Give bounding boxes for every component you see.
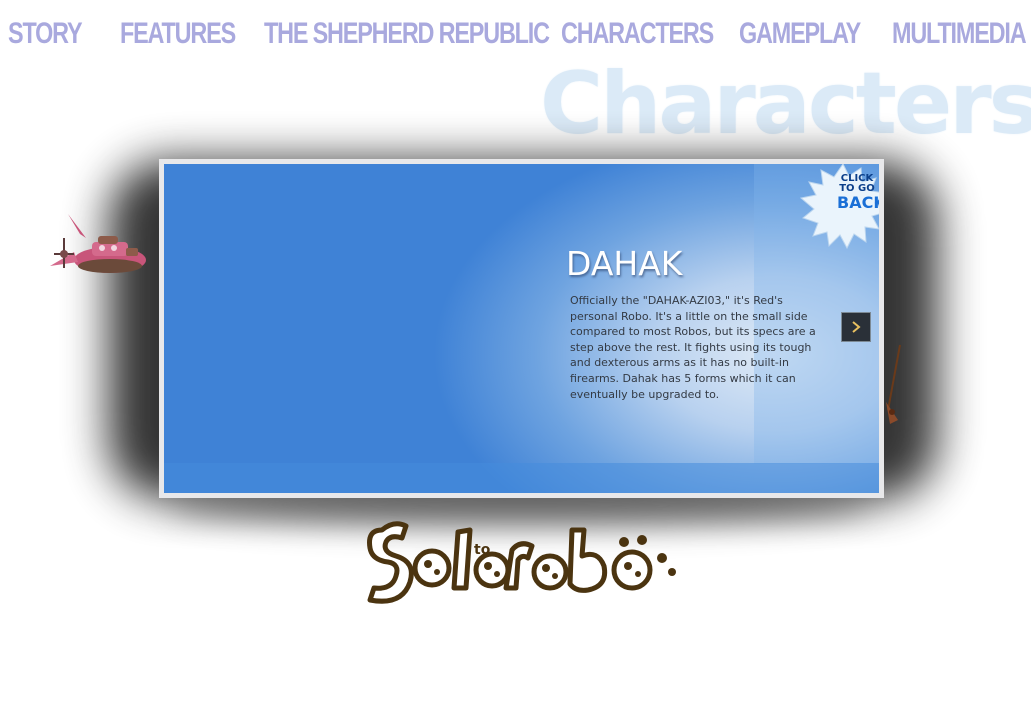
nav-features[interactable]: FEATURES [120,14,236,54]
airship-illustration[interactable] [40,208,150,288]
nav-multimedia[interactable]: MULTIMEDIA [892,14,1027,54]
nav-gameplay[interactable]: GAMEPLAY [739,14,861,54]
nav-characters[interactable]: CHARACTERS [561,14,714,54]
page-title: Characters [540,54,1031,154]
nav-shepherd-republic[interactable]: THE SHEPHERD REPUBLIC [264,14,550,54]
character-description: Officially the "DAHAK-AZI03," it's Red's… [570,294,816,401]
nav-story[interactable]: STORY [8,14,83,54]
panel-footer-band [164,463,879,493]
back-button[interactable]: CLICK TO GO BACK [837,174,879,212]
character-panel: DAHAK Officially the "DAHAK-AZI03," it's… [159,159,884,498]
character-panel-background: DAHAK Officially the "DAHAK-AZI03," it's… [164,164,879,493]
chevron-right-icon [852,321,861,333]
sola-to-robo-logo[interactable]: to [362,510,686,610]
top-nav: STORY FEATURES THE SHEPHERD REPUBLIC CHA… [0,0,1031,60]
back-label-line3: BACK [837,193,879,212]
character-name: DAHAK [566,244,683,283]
character-figure-partial [886,344,901,424]
svg-text:to: to [474,542,491,558]
next-character-button[interactable] [841,312,871,342]
